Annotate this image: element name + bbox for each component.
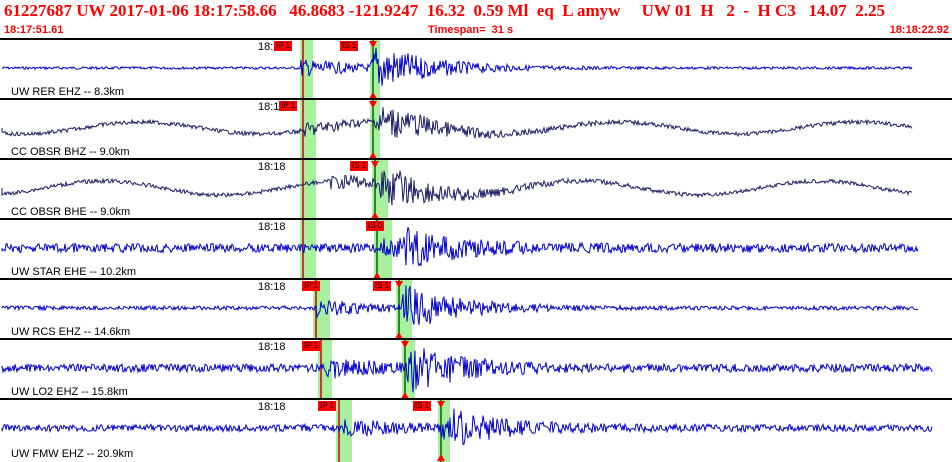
waveform-panels: 18:18 IP 1 IS 1 UW RER EHZ -- 8.3km 18:1… — [0, 38, 952, 462]
station-label: UW RER EHZ -- 8.3km — [11, 86, 125, 98]
station-label: UW FMW EHZ -- 20.9km — [11, 448, 134, 460]
pick-label-s[interactable]: IS 1 — [373, 281, 392, 291]
waveform-trace[interactable] — [0, 100, 952, 160]
waveform-panel[interactable]: 18:18 IP 1 IS 1 UW RCS EHZ -- 14.6km — [0, 278, 952, 340]
waveform-panel[interactable]: 18:18 IP 1 IS 1 UW FMW EHZ -- 20.9km — [0, 398, 952, 462]
station-label: CC OBSR BHZ -- 9.0km — [11, 146, 130, 158]
time-tick-label: 18:18 — [258, 221, 286, 233]
pick-label-p[interactable]: IP 1 — [302, 341, 321, 351]
pick-label-s[interactable]: IS 1 — [350, 161, 369, 171]
waveform-panel[interactable]: 18:18 IP 1 IS 1 UW RER EHZ -- 8.3km — [0, 38, 952, 100]
station-label: UW RCS EHZ -- 14.6km — [11, 326, 131, 338]
time-tick-label: 18:18 — [258, 401, 286, 413]
pick-label-s[interactable]: IS 1 — [340, 41, 359, 51]
timespan-label: Timespan= 31 s — [428, 24, 514, 36]
station-label: CC OBSR BHE -- 9.0km — [11, 206, 131, 218]
event-summary-title: 61227687 UW 2017-01-06 18:17:58.66 46.86… — [4, 1, 885, 20]
station-label: UW STAR EHE -- 10.2km — [11, 266, 137, 278]
waveform-panel[interactable]: 18:18 IS 0 UW STAR EHE -- 10.2km — [0, 218, 952, 280]
waveform-trace[interactable] — [0, 160, 952, 220]
time-tick-label: 18:18 — [258, 341, 286, 353]
pick-label-p[interactable]: IP 1 — [279, 101, 298, 111]
seismogram-line — [1, 107, 913, 140]
seismogram-line — [1, 285, 919, 325]
seismogram-line — [1, 408, 933, 446]
waveform-trace[interactable] — [0, 40, 952, 100]
waveform-trace[interactable] — [0, 340, 952, 400]
waveform-panel[interactable]: 18:18 IP 1 CC OBSR BHZ -- 9.0km — [0, 98, 952, 160]
end-time-label: 18:18:22.92 — [889, 24, 949, 36]
waveform-panel[interactable]: 18:18 IP 1 UW LO2 EHZ -- 15.8km — [0, 338, 952, 400]
seismogram-line — [1, 227, 919, 267]
pick-label-p[interactable]: IP 1 — [302, 281, 321, 291]
waveform-trace[interactable] — [0, 400, 952, 462]
waveform-trace[interactable] — [0, 220, 952, 280]
pick-label-p[interactable]: IP 1 — [274, 41, 293, 51]
waveform-trace[interactable] — [0, 280, 952, 340]
seismogram-line — [1, 170, 913, 206]
pick-label-p[interactable]: IP 1 — [318, 401, 337, 411]
time-tick-label: 18:18 — [258, 161, 286, 173]
pick-label-s[interactable]: IS 0 — [366, 221, 385, 231]
pick-label-s[interactable]: IS 1 — [413, 401, 432, 411]
seismogram-line — [1, 47, 913, 86]
time-tick-label: 18:18 — [258, 281, 286, 293]
station-label: UW LO2 EHZ -- 15.8km — [11, 386, 128, 398]
event-header: 61227687 UW 2017-01-06 18:17:58.66 46.86… — [0, 0, 952, 38]
seismogram-line — [1, 348, 933, 393]
waveform-panel[interactable]: 18:18 IS 1 CC OBSR BHE -- 9.0km — [0, 158, 952, 220]
start-time-label: 18:17:51.61 — [4, 24, 64, 36]
